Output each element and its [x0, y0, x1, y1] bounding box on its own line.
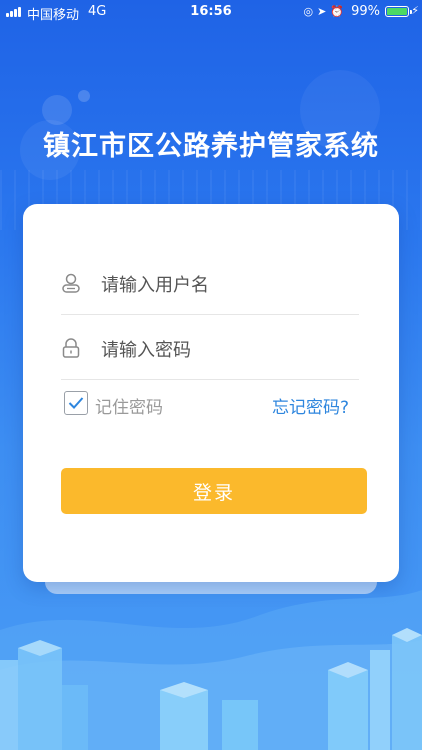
battery-level	[387, 8, 407, 15]
remember-label: 记住密码	[95, 398, 163, 418]
background-bubble	[78, 90, 90, 102]
charging-icon: ⚡	[411, 4, 419, 17]
battery-icon	[385, 6, 412, 17]
alarm-icon: ⏰	[330, 5, 348, 18]
lock-icon	[62, 338, 80, 358]
battery-percentage: 99%	[351, 4, 380, 19]
background-bubble	[42, 95, 72, 125]
checkmark-icon	[68, 397, 84, 409]
password-input[interactable]	[99, 333, 353, 367]
city-skyline-illustration	[0, 590, 422, 750]
location-icon: ➤	[317, 5, 331, 18]
status-bar: 中国移动 4G 16:56 ◎➤⏰ 99% ⚡	[0, 0, 422, 24]
login-card: 记住密码 忘记密码? 登录	[23, 204, 399, 582]
rotation-lock-icon: ◎	[303, 5, 318, 18]
login-button[interactable]: 登录	[61, 468, 367, 514]
remember-checkbox[interactable]	[64, 391, 88, 415]
login-screen: 中国移动 4G 16:56 ◎➤⏰ 99% ⚡ 镇江市区公路养护管家系统 请输入…	[0, 0, 422, 750]
forgot-password-link[interactable]: 忘记密码?	[272, 393, 349, 418]
username-input[interactable]	[99, 268, 353, 302]
app-title: 镇江市区公路养护管家系统	[43, 131, 379, 162]
password-field	[61, 319, 359, 380]
username-field	[61, 254, 359, 315]
status-icons: ◎➤⏰	[303, 5, 348, 18]
user-icon	[62, 273, 80, 293]
